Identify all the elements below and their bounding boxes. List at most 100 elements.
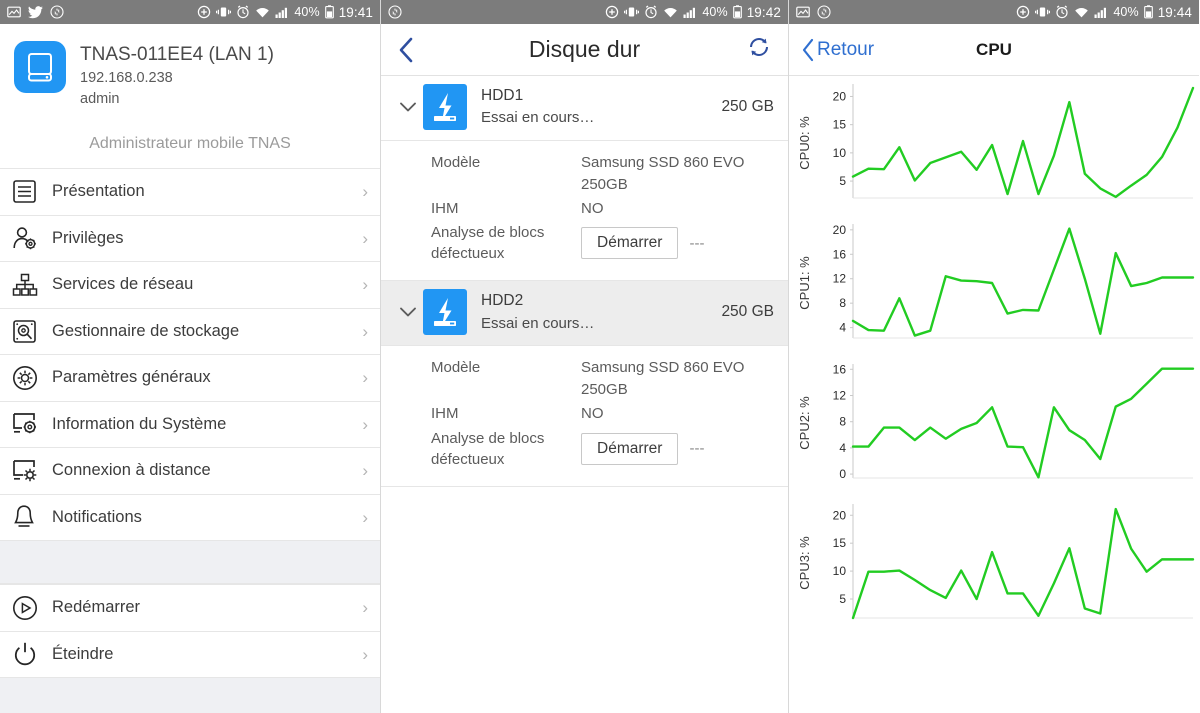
- chevron-left-icon: [399, 37, 413, 62]
- disk-model-label: Modèle: [431, 154, 481, 171]
- refresh-button[interactable]: [746, 34, 772, 65]
- scan-result-value: ---: [689, 234, 705, 252]
- disk-status: Essai en cours…: [481, 109, 595, 127]
- sidebar-separator: [0, 540, 380, 585]
- cpu-chart: 0 4 8 12 16 CPU2: %: [789, 360, 1199, 500]
- status-bar-left: 40% 19:41: [0, 0, 380, 24]
- alarm-icon: [236, 5, 250, 19]
- device-name: TNAS-011EE4 (LAN 1): [80, 44, 274, 65]
- sidebar-item-label: Redémarrer: [52, 598, 141, 617]
- sidebar-item-restart[interactable]: Redémarrer ›: [0, 584, 380, 631]
- add-circle-icon: [197, 5, 211, 19]
- cpu-chart: 4 8 12 16 20 CPU1: %: [789, 220, 1199, 360]
- sidebar-item-presentation[interactable]: Présentation ›: [0, 168, 380, 215]
- page-title: CPU: [976, 39, 1012, 59]
- device-header: TNAS-011EE4 (LAN 1) 192.168.0.238 admin: [0, 24, 380, 121]
- no-sound-icon: [50, 5, 64, 19]
- list-square-icon: [12, 179, 52, 204]
- y-axis-label: CPU0: %: [797, 116, 812, 170]
- battery-percent-label: 40%: [294, 5, 320, 19]
- y-tick-label: 5: [839, 592, 846, 606]
- y-axis-label: CPU1: %: [797, 256, 812, 310]
- y-tick-label: 10: [833, 564, 847, 578]
- signal-icon: [1094, 6, 1108, 19]
- chevron-right-icon: ›: [362, 414, 368, 434]
- y-tick-label: 20: [833, 89, 847, 103]
- chevron-right-icon: ›: [362, 368, 368, 388]
- sidebar-item-privileges[interactable]: Privilèges ›: [0, 214, 380, 262]
- y-tick-label: 20: [833, 508, 847, 522]
- clock-label: 19:41: [338, 4, 373, 20]
- no-sound-icon: [388, 5, 402, 19]
- y-axis-label: CPU2: %: [797, 396, 812, 450]
- refresh-icon: [750, 38, 768, 56]
- bell-icon: [12, 504, 52, 530]
- wifi-icon: [1074, 6, 1089, 19]
- sidebar-footer-area: [0, 677, 380, 713]
- y-tick-label: 15: [833, 536, 847, 550]
- add-circle-icon: [605, 5, 619, 19]
- chevron-down-icon[interactable]: [393, 101, 423, 113]
- sidebar-item-storage-manager[interactable]: Gestionnaire de stockage ›: [0, 307, 380, 355]
- signal-icon: [275, 6, 289, 19]
- twitter-icon: [28, 5, 43, 19]
- device-ip: 192.168.0.238: [80, 69, 173, 86]
- network-tree-icon: [12, 273, 52, 297]
- monitor-gear-icon: [12, 412, 52, 436]
- sidebar-item-general-settings[interactable]: Paramètres généraux ›: [0, 354, 380, 401]
- sidebar-item-system-information[interactable]: Information du Système ›: [0, 400, 380, 448]
- sidebar-item-shutdown[interactable]: Éteindre ›: [0, 630, 380, 678]
- battery-icon: [1143, 5, 1153, 19]
- back-button[interactable]: [397, 36, 415, 64]
- cpu-usage-line: [851, 86, 1195, 199]
- disk-size: 250 GB: [721, 303, 774, 321]
- sidebar-item-network-services[interactable]: Services de réseau ›: [0, 261, 380, 308]
- y-tick-label: 16: [833, 247, 847, 261]
- start-scan-button[interactable]: Démarrer: [581, 227, 679, 260]
- disk-row[interactable]: HDD2 Essai en cours… 250 GB: [381, 281, 788, 347]
- chevron-right-icon: ›: [362, 182, 368, 202]
- y-tick-label: 5: [839, 174, 846, 188]
- status-bar-right: 40% 19:44: [789, 0, 1199, 24]
- disk-row[interactable]: HDD1 Essai en cours… 250 GB: [381, 76, 788, 141]
- section-caption: Administrateur mobile TNAS: [89, 135, 291, 153]
- y-tick-label: 0: [839, 467, 846, 481]
- hdd-lightning-icon: [423, 289, 467, 336]
- chevron-down-icon[interactable]: [393, 306, 423, 318]
- cpu-charts-container: 5 10 15 20 CPU0: % 4 8 12 16 20 CPU1: % 0 4 8 12 16 CP…: [789, 76, 1199, 640]
- chevron-right-icon: ›: [362, 644, 368, 664]
- restart-icon: [12, 595, 52, 621]
- disk-model-value: Samsung SSD 860 EVO 250GB: [581, 359, 745, 398]
- y-tick-label: 8: [839, 415, 846, 429]
- status-bar-mid: 40% 19:42: [381, 0, 788, 24]
- image-icon: [7, 5, 21, 19]
- y-tick-label: 20: [833, 223, 847, 237]
- gear-circle-icon: [12, 365, 52, 391]
- chevron-right-icon: ›: [362, 228, 368, 248]
- panel-cpu: 40% 19:44 Retour CPU 5 10 15 20 CPU0: % 4 8 12…: [789, 0, 1199, 713]
- start-scan-button[interactable]: Démarrer: [581, 432, 679, 465]
- disk-detail-panel: Modèle Samsung SSD 860 EVO 250GB IHM NO …: [381, 141, 788, 282]
- disk-size: 250 GB: [721, 98, 774, 115]
- no-sound-icon: [817, 5, 831, 19]
- battery-percent-label: 40%: [702, 5, 728, 19]
- sidebar-item-label: Information du Système: [52, 414, 227, 433]
- disk-search-icon: [12, 319, 52, 344]
- vibrate-icon: [216, 5, 232, 19]
- wifi-icon: [255, 6, 270, 19]
- sidebar-item-notifications[interactable]: Notifications ›: [0, 493, 380, 541]
- monitor-remote-icon: [12, 459, 52, 483]
- user-gear-icon: [12, 226, 52, 251]
- y-tick-label: 15: [833, 118, 847, 132]
- sidebar-item-remote-connection[interactable]: Connexion à distance ›: [0, 447, 380, 494]
- disk-status: Essai en cours…: [481, 314, 595, 332]
- vibrate-icon: [1035, 5, 1051, 19]
- panel-hard-disk: 40% 19:42 Disque dur HDD1 Essai en cours…: [381, 0, 789, 713]
- cpu-chart: 5 10 15 20 CPU3: %: [789, 500, 1199, 640]
- chevron-right-icon: ›: [362, 275, 368, 295]
- y-tick-label: 10: [833, 146, 847, 160]
- nav-bar-cpu: Retour CPU: [789, 24, 1199, 76]
- sidebar-item-label: Privilèges: [52, 228, 124, 247]
- disk-model-label: Modèle: [431, 359, 481, 377]
- nav-bar-hard-disk: Disque dur: [381, 24, 788, 76]
